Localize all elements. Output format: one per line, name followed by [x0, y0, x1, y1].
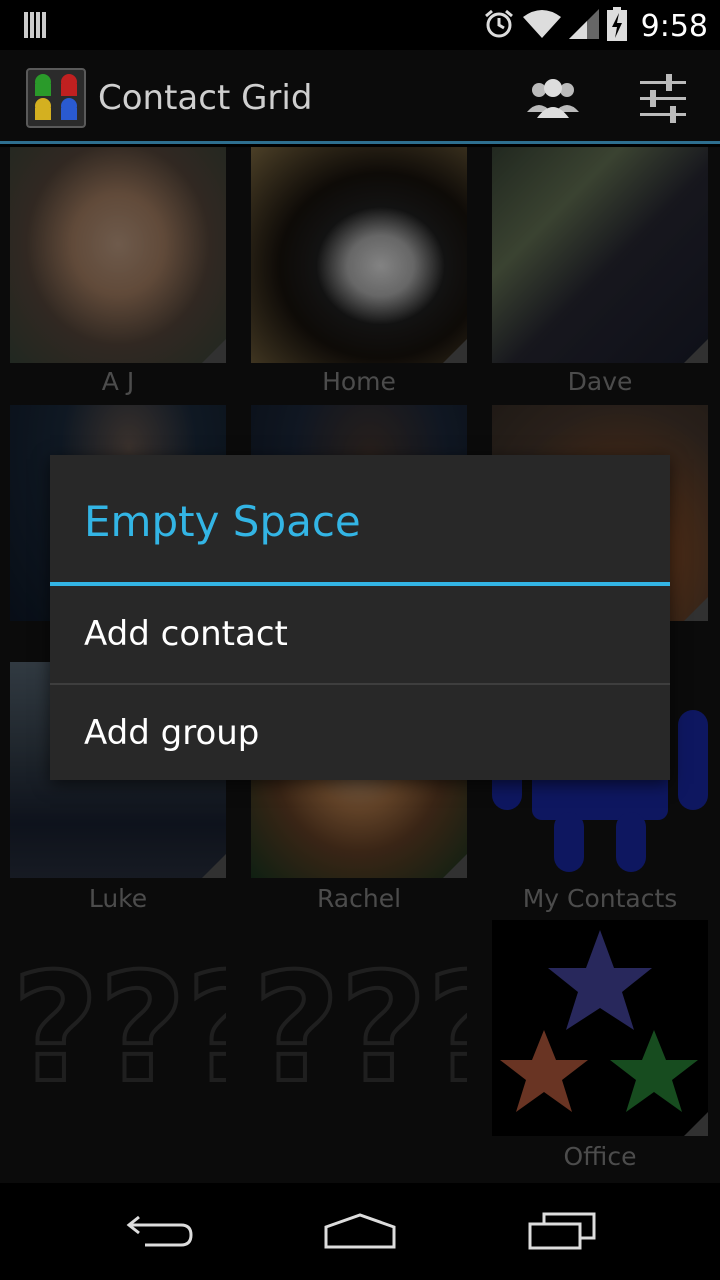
status-bar: 9:58 [0, 0, 720, 50]
android-grid-icon[interactable] [26, 68, 86, 128]
action-bar: Contact Grid [0, 50, 720, 144]
groups-icon[interactable] [518, 68, 588, 128]
clock: 9:58 [640, 8, 708, 44]
battery-charging-icon [606, 7, 627, 45]
add-contact-button[interactable]: Add contact [50, 586, 670, 683]
context-dialog: Empty Space Add contact Add group [50, 455, 670, 780]
wifi-icon [522, 9, 561, 43]
recents-icon[interactable] [512, 1201, 612, 1261]
dialog-title: Empty Space [84, 497, 361, 546]
menu-item-label: Add group [84, 713, 260, 753]
add-group-button[interactable]: Add group [50, 685, 670, 782]
alarm-icon [483, 8, 515, 44]
menu-item-label: Add contact [84, 614, 288, 654]
settings-sliders-icon[interactable] [628, 68, 698, 128]
signal-icon [568, 9, 599, 43]
back-icon[interactable] [110, 1201, 210, 1261]
app-title: Contact Grid [98, 78, 313, 118]
barcode-icon [24, 12, 48, 42]
navigation-bar [0, 1183, 720, 1280]
home-icon[interactable] [310, 1201, 410, 1261]
